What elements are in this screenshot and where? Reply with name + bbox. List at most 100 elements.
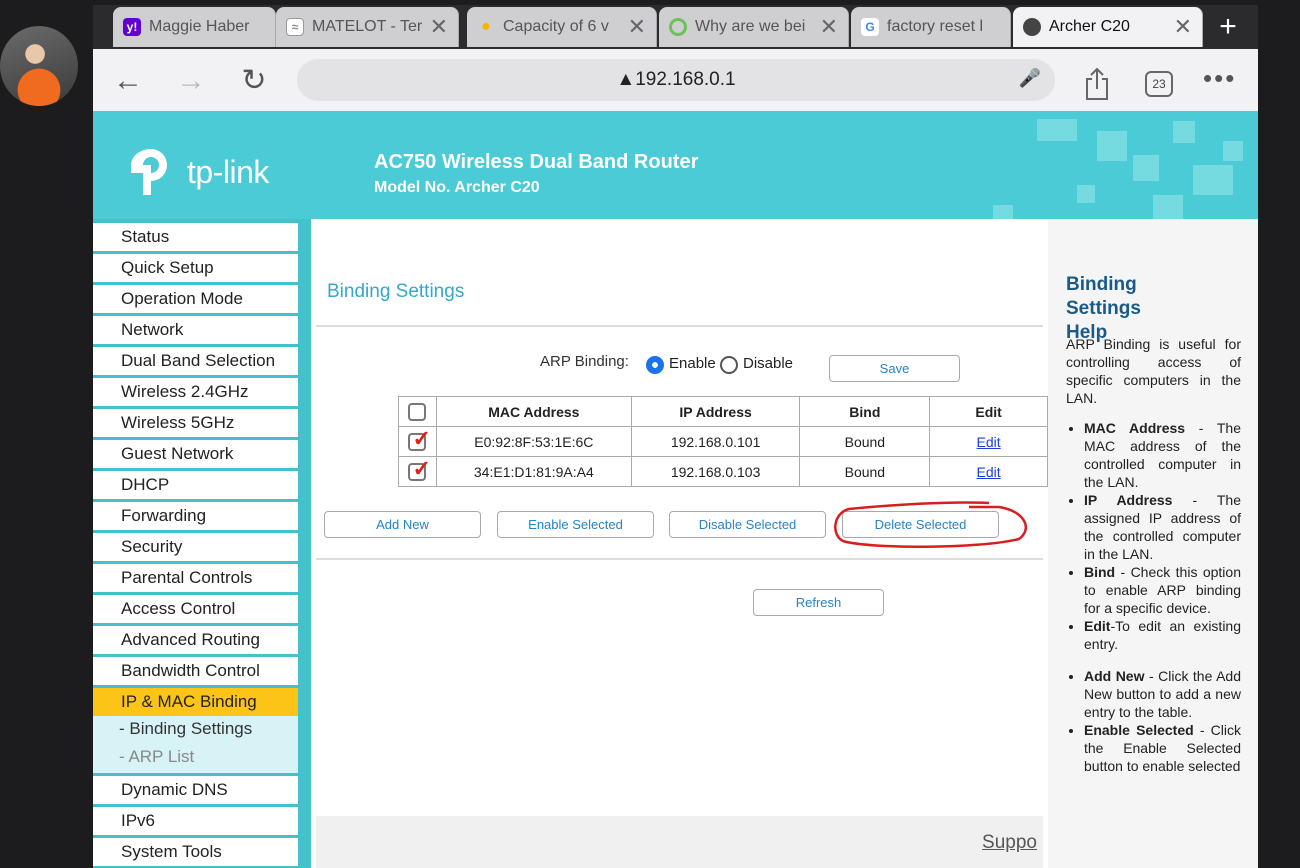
red-checkmark-icon: ✓ bbox=[412, 425, 431, 451]
menu-item-parental-controls[interactable]: Parental Controls bbox=[93, 564, 298, 592]
binding-table: MAC Address IP Address Bind Edit ✓ E0:92… bbox=[398, 396, 1048, 487]
close-icon[interactable]: ✕ bbox=[430, 14, 448, 40]
arp-binding-label: ARP Binding: bbox=[540, 353, 629, 370]
submenu-ip-mac-binding: - Binding Settings - ARP List bbox=[93, 716, 298, 773]
help-item: IP Address - The assigned IP address of … bbox=[1084, 491, 1241, 563]
navigation-bar: ← → ↻ ▲192.168.0.1 🎤 23 ••• bbox=[93, 49, 1258, 111]
menu-item-bandwidth-control[interactable]: Bandwidth Control bbox=[93, 657, 298, 685]
tab-title: factory reset l bbox=[887, 18, 984, 35]
menu-item-access-control[interactable]: Access Control bbox=[93, 595, 298, 623]
refresh-button[interactable]: Refresh bbox=[753, 589, 884, 616]
divider bbox=[316, 325, 1043, 327]
ip-cell: 192.168.0.103 bbox=[630, 456, 801, 487]
row-checkbox[interactable]: ✓ bbox=[408, 426, 431, 451]
help-item: Enable Selected - Click the Enable Selec… bbox=[1084, 721, 1241, 775]
header-decoration bbox=[1097, 131, 1127, 161]
help-item: MAC Address - The MAC address of the con… bbox=[1084, 419, 1241, 491]
arp-disable-label: Disable bbox=[743, 355, 794, 372]
mac-cell: E0:92:8F:53:1E:6C bbox=[435, 426, 632, 457]
new-tab-button[interactable]: + bbox=[1206, 9, 1250, 47]
ring-icon bbox=[669, 18, 687, 36]
close-icon[interactable]: ✕ bbox=[820, 14, 838, 40]
menu-item-status[interactable]: Status bbox=[93, 223, 298, 251]
close-icon[interactable]: ✕ bbox=[628, 14, 646, 40]
menu-item-wireless-24ghz[interactable]: Wireless 2.4GHz bbox=[93, 378, 298, 406]
tab-count-button[interactable]: 23 bbox=[1145, 71, 1173, 97]
divider bbox=[316, 558, 1043, 560]
help-list: MAC Address - The MAC address of the con… bbox=[1084, 419, 1241, 775]
arp-enable-radio[interactable] bbox=[646, 356, 664, 374]
model-number: Model No. Archer C20 bbox=[374, 179, 540, 196]
help-title-word: Binding bbox=[1066, 274, 1137, 295]
router-header: tp-link AC750 Wireless Dual Band Router … bbox=[93, 111, 1258, 219]
column-header-edit: Edit bbox=[929, 396, 1048, 427]
submenu-item-arp-list[interactable]: - ARP List bbox=[119, 747, 194, 767]
tab-capacity[interactable]: ● Capacity of 6 v ✕ bbox=[467, 7, 657, 47]
help-term: MAC Address bbox=[1084, 420, 1186, 436]
tab-matelot[interactable]: ≈ MATELOT - Ter ✕ bbox=[276, 7, 459, 47]
page-title: Binding Settings bbox=[327, 281, 465, 302]
header-decoration bbox=[1173, 121, 1195, 143]
share-icon[interactable] bbox=[1083, 67, 1111, 101]
support-link[interactable]: Suppo bbox=[982, 832, 1037, 854]
help-item: Edit-To edit an existing entry. bbox=[1084, 617, 1241, 653]
help-term: Bind bbox=[1084, 564, 1116, 580]
header-decoration bbox=[1133, 155, 1159, 181]
help-term: IP Address bbox=[1084, 492, 1173, 508]
back-icon[interactable]: ← bbox=[108, 61, 148, 101]
google-icon: G bbox=[861, 18, 879, 36]
close-icon[interactable]: ✕ bbox=[1174, 14, 1192, 40]
microphone-icon[interactable]: 🎤 bbox=[1019, 68, 1041, 89]
arp-disable-radio[interactable] bbox=[720, 356, 738, 374]
menu-item-security[interactable]: Security bbox=[93, 533, 298, 561]
user-avatar[interactable] bbox=[0, 26, 78, 106]
help-item: Add New - Click the Add New button to ad… bbox=[1084, 667, 1241, 721]
forward-icon[interactable]: → bbox=[171, 61, 211, 101]
header-decoration bbox=[1077, 185, 1095, 203]
header-decoration bbox=[1037, 119, 1077, 141]
yahoo-icon: y! bbox=[123, 18, 141, 36]
globe-icon bbox=[1023, 18, 1041, 36]
edit-link[interactable]: Edit bbox=[977, 434, 1001, 450]
header-decoration bbox=[993, 205, 1013, 219]
menu-item-dynamic-dns[interactable]: Dynamic DNS bbox=[93, 776, 298, 804]
select-all-checkbox[interactable] bbox=[408, 402, 427, 421]
disable-selected-button[interactable]: Disable Selected bbox=[669, 511, 826, 538]
enable-selected-button[interactable]: Enable Selected bbox=[497, 511, 654, 538]
menu-item-ipv6[interactable]: IPv6 bbox=[93, 807, 298, 835]
menu-item-dual-band-selection[interactable]: Dual Band Selection bbox=[93, 347, 298, 375]
lightbulb-icon: ● bbox=[481, 18, 491, 35]
bind-cell: Bound bbox=[799, 456, 931, 487]
menu-item-guest-network[interactable]: Guest Network bbox=[93, 440, 298, 468]
tab-factory-reset[interactable]: G factory reset l bbox=[851, 7, 1011, 47]
save-button[interactable]: Save bbox=[829, 355, 960, 382]
edit-link[interactable]: Edit bbox=[977, 464, 1001, 480]
header-decoration bbox=[1193, 165, 1233, 195]
product-title: AC750 Wireless Dual Band Router bbox=[374, 151, 699, 173]
side-menu: Status Quick Setup Operation Mode Networ… bbox=[93, 219, 311, 868]
more-icon[interactable]: ••• bbox=[1203, 63, 1236, 94]
tab-title: Why are we bei bbox=[695, 18, 806, 35]
tab-archer-c20[interactable]: Archer C20 ✕ bbox=[1013, 7, 1203, 47]
menu-item-wireless-5ghz[interactable]: Wireless 5GHz bbox=[93, 409, 298, 437]
menu-item-system-tools[interactable]: System Tools bbox=[93, 838, 298, 866]
row-checkbox[interactable]: ✓ bbox=[408, 456, 431, 481]
menu-item-advanced-routing[interactable]: Advanced Routing bbox=[93, 626, 298, 654]
menu-item-operation-mode[interactable]: Operation Mode bbox=[93, 285, 298, 313]
brand-name: tp-link bbox=[187, 153, 269, 190]
reload-icon[interactable]: ↻ bbox=[234, 61, 274, 101]
menu-item-network[interactable]: Network bbox=[93, 316, 298, 344]
mac-cell: 34:E1:D1:81:9A:A4 bbox=[435, 456, 632, 487]
menu-item-forwarding[interactable]: Forwarding bbox=[93, 502, 298, 530]
red-checkmark-icon: ✓ bbox=[412, 455, 431, 481]
tab-maggie-haber[interactable]: y! Maggie Haber bbox=[113, 7, 276, 47]
header-decoration bbox=[1153, 195, 1183, 219]
menu-item-dhcp[interactable]: DHCP bbox=[93, 471, 298, 499]
menu-item-quick-setup[interactable]: Quick Setup bbox=[93, 254, 298, 282]
tab-why-are-we[interactable]: Why are we bei ✕ bbox=[659, 7, 849, 47]
table-header-row: MAC Address IP Address Bind Edit bbox=[398, 396, 1048, 427]
address-bar[interactable]: ▲192.168.0.1 🎤 bbox=[297, 59, 1055, 101]
submenu-item-binding-settings[interactable]: - Binding Settings bbox=[119, 719, 252, 739]
menu-item-ip-mac-binding[interactable]: IP & MAC Binding bbox=[93, 688, 298, 716]
add-new-button[interactable]: Add New bbox=[324, 511, 481, 538]
